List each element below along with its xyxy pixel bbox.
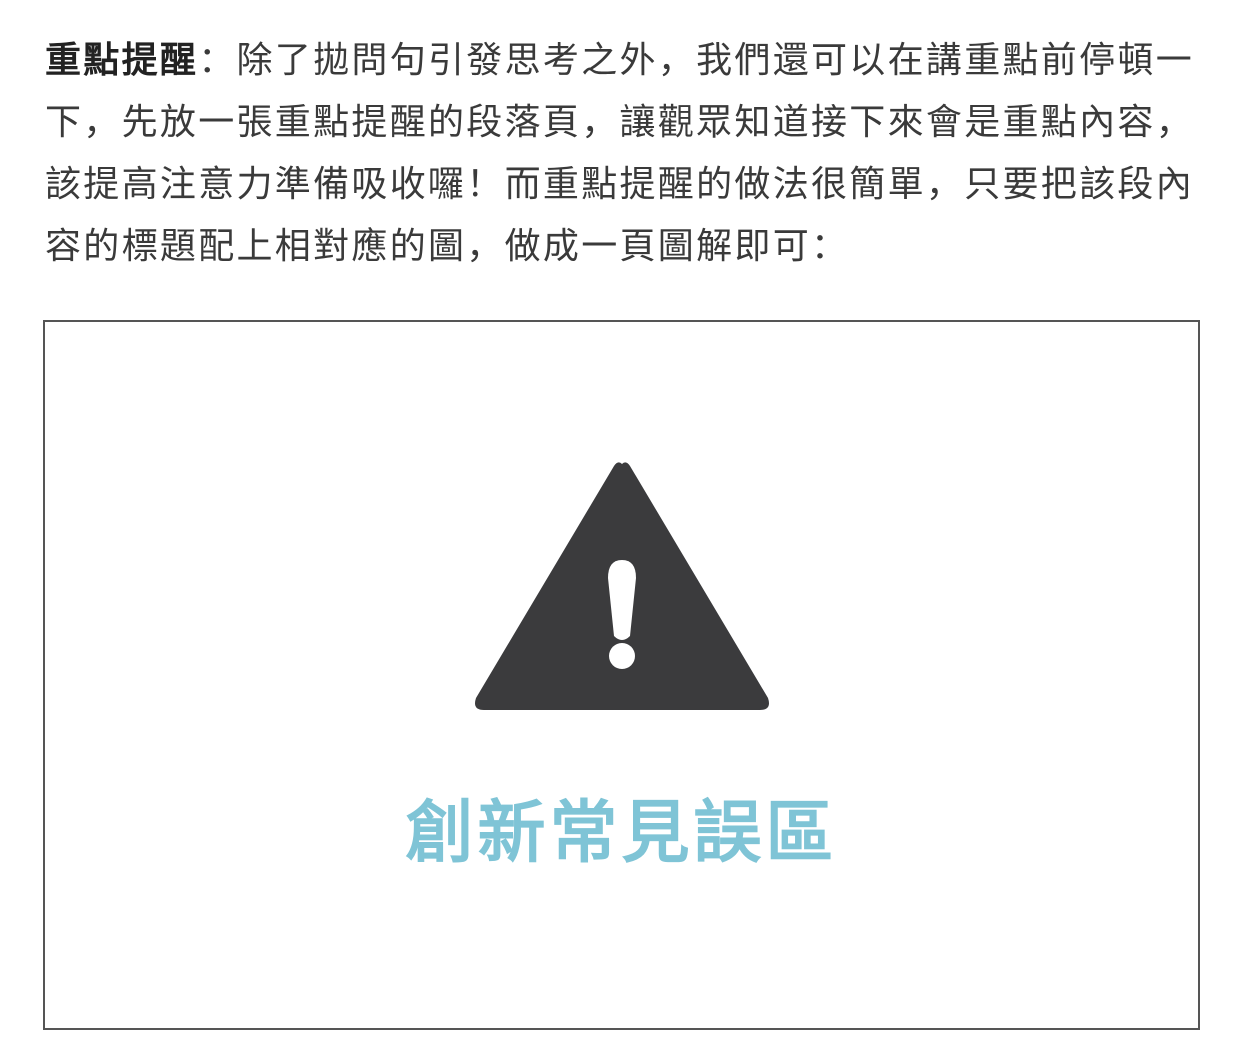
paragraph-lead: 重點提醒	[45, 40, 199, 81]
body-paragraph: 重點提醒：除了拋問句引發思考之外，我們還可以在講重點前停頓一下，先放一張重點提醒…	[45, 30, 1207, 278]
warning-triangle-icon	[475, 462, 769, 710]
paragraph-body: ：除了拋問句引發思考之外，我們還可以在講重點前停頓一下，先放一張重點提醒的段落頁…	[45, 40, 1195, 267]
slide-example: 創新常見誤區	[43, 320, 1200, 1030]
slide-title: 創新常見誤區	[405, 794, 838, 873]
